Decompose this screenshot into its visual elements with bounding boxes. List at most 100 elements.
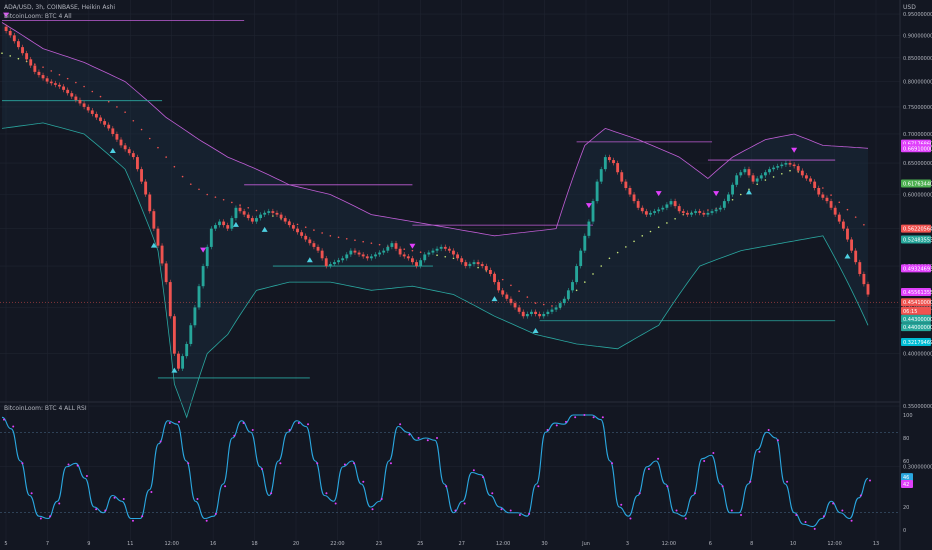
middle-band-dot [830, 194, 832, 196]
rsi-dot [555, 424, 558, 427]
middle-band-dot [157, 146, 159, 149]
candle-body [669, 201, 673, 205]
candle-body [255, 218, 258, 222]
price-tick-label: 0.80000000 [903, 80, 932, 86]
rsi-dot [850, 519, 853, 522]
rsi-dot [546, 428, 549, 431]
rsi-dot [869, 479, 871, 482]
candle-body [127, 149, 131, 154]
candle-body [821, 194, 825, 198]
candle-body [378, 252, 382, 255]
rsi-dot [675, 509, 678, 512]
candle-body [320, 250, 324, 259]
rsi-dot [813, 527, 816, 530]
price-badge-label: 06:15 [903, 309, 917, 315]
rsi-dot [445, 485, 448, 488]
rsi-dot [859, 494, 862, 497]
rsi-dot [795, 514, 798, 517]
candle-body [4, 26, 8, 31]
candle-body [279, 214, 283, 219]
candle-body [357, 252, 361, 255]
middle-band-dot [345, 237, 348, 240]
middle-band-dot [863, 223, 865, 226]
candle-body [768, 169, 771, 173]
time-tick-label: 7 [46, 541, 49, 547]
candle-body [542, 314, 546, 317]
candle-body [628, 188, 632, 195]
rsi-dot [67, 463, 70, 466]
candle-body [591, 201, 595, 222]
middle-band-dot [452, 257, 455, 260]
middle-band-dot [501, 278, 504, 281]
time-tick-label: 20 [293, 541, 299, 547]
candle-body [484, 266, 488, 270]
rsi-dot [30, 492, 33, 495]
candle-body [488, 269, 492, 274]
candle-body [509, 298, 513, 304]
candle-body [435, 248, 439, 251]
rsi-dot [601, 416, 604, 419]
candle-body [45, 78, 49, 82]
rsi-dot [491, 492, 494, 495]
candle-body [193, 307, 197, 326]
candle-body [33, 65, 37, 72]
indicator-title-top[interactable]: BitcoinLoom: BTC 4 All [4, 13, 72, 20]
candle-body [735, 175, 739, 185]
candle-body [792, 164, 796, 167]
middle-band-dot [846, 208, 849, 211]
middle-band-dot [411, 249, 414, 252]
time-tick-label: 18 [251, 541, 257, 547]
symbol-title[interactable]: ADA/USD, 3h, COINBASE, Heikin Ashi [4, 4, 115, 11]
candle-body [41, 75, 45, 79]
rsi-dot [574, 416, 577, 419]
middle-band-dot [854, 216, 857, 218]
price-badge-label: 0.45561355 [903, 290, 932, 296]
candle-body [222, 221, 226, 226]
candle-body [82, 103, 86, 107]
rsi-dot [95, 508, 98, 511]
candle-body [131, 153, 135, 158]
rsi-dot [537, 485, 540, 488]
candle-body [70, 93, 74, 97]
indicator-title-bottom[interactable]: BitcoinLoom: BTC 4 ALL RSI [4, 405, 87, 412]
price-badge-label: 0.44300000 [903, 317, 932, 323]
candle-body [472, 262, 476, 265]
candle-body [66, 89, 70, 94]
candle-body [374, 254, 377, 257]
middle-band-dot [354, 239, 356, 242]
price-tick-label: 0.60000000 [903, 192, 932, 198]
candle-body [168, 282, 172, 317]
rsi-dot [436, 437, 438, 439]
candle-body [402, 254, 406, 257]
candle-body [415, 262, 418, 267]
candle-body [296, 228, 299, 233]
candle-body [714, 209, 718, 212]
chart-canvas[interactable]: 0.95000000 0.90000000 0.85000000 0.80000000… [0, 0, 932, 550]
candle-body [337, 260, 340, 263]
time-tick-label: 11 [127, 541, 133, 547]
candle-body [267, 211, 271, 213]
rsi-dot [242, 422, 245, 425]
rsi-dot [104, 509, 107, 512]
middle-band-dot [657, 226, 660, 229]
price-tick-label: 0.65000000 [903, 161, 932, 167]
candle-body [480, 264, 484, 267]
middle-band-dot [304, 226, 307, 229]
middle-band-dot [362, 240, 364, 243]
candle-body [460, 258, 464, 263]
middle-band-dot [214, 196, 217, 198]
price-tick-label: 0.90000000 [903, 33, 932, 39]
rsi-dot [721, 485, 724, 488]
middle-band-dot [189, 183, 192, 185]
candle-body [271, 211, 275, 213]
candle-body [312, 243, 316, 247]
candle-body [476, 262, 480, 265]
middle-band-dot [337, 236, 340, 239]
time-tick-label: 16 [210, 541, 216, 547]
candle-body [788, 163, 792, 165]
candle-body [616, 163, 620, 173]
candle-body [525, 314, 529, 317]
rsi-dot [233, 434, 236, 437]
candle-body [665, 204, 669, 208]
candle-body [242, 211, 246, 215]
